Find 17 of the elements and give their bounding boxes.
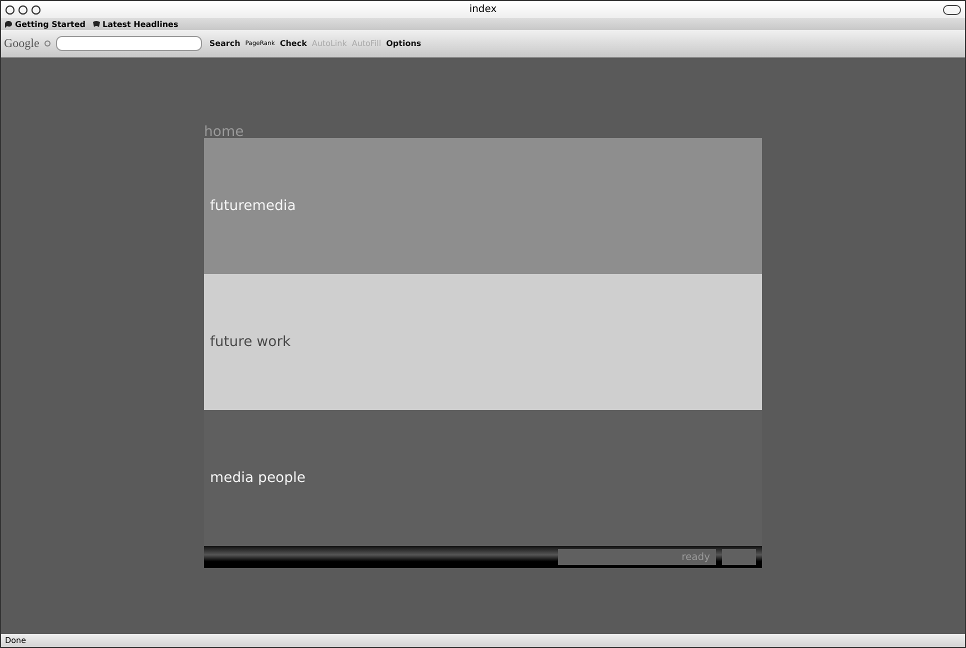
toolbar-toggle-icon[interactable] <box>943 5 961 15</box>
bookmark-item[interactable]: Latest Headlines <box>92 20 178 28</box>
menu-panel[interactable]: media people <box>204 410 762 546</box>
radio-icon[interactable] <box>44 40 52 47</box>
bookmark-icon <box>92 20 100 28</box>
search-button[interactable]: Search <box>207 36 240 50</box>
menu-panel[interactable]: futuremedia <box>204 138 762 274</box>
check-button[interactable]: Check <box>280 39 307 48</box>
window-title: index <box>469 4 497 15</box>
loader-status: ready <box>558 549 716 565</box>
toolbar-logo: Google <box>4 36 40 51</box>
toolbar-button[interactable]: Options <box>386 39 422 48</box>
search-field[interactable] <box>56 36 202 51</box>
menu-panel[interactable]: future work <box>204 274 762 410</box>
status-text: Done <box>5 636 26 645</box>
bookmark-item[interactable]: Getting Started <box>4 20 86 28</box>
bookmark-icon <box>4 20 13 28</box>
